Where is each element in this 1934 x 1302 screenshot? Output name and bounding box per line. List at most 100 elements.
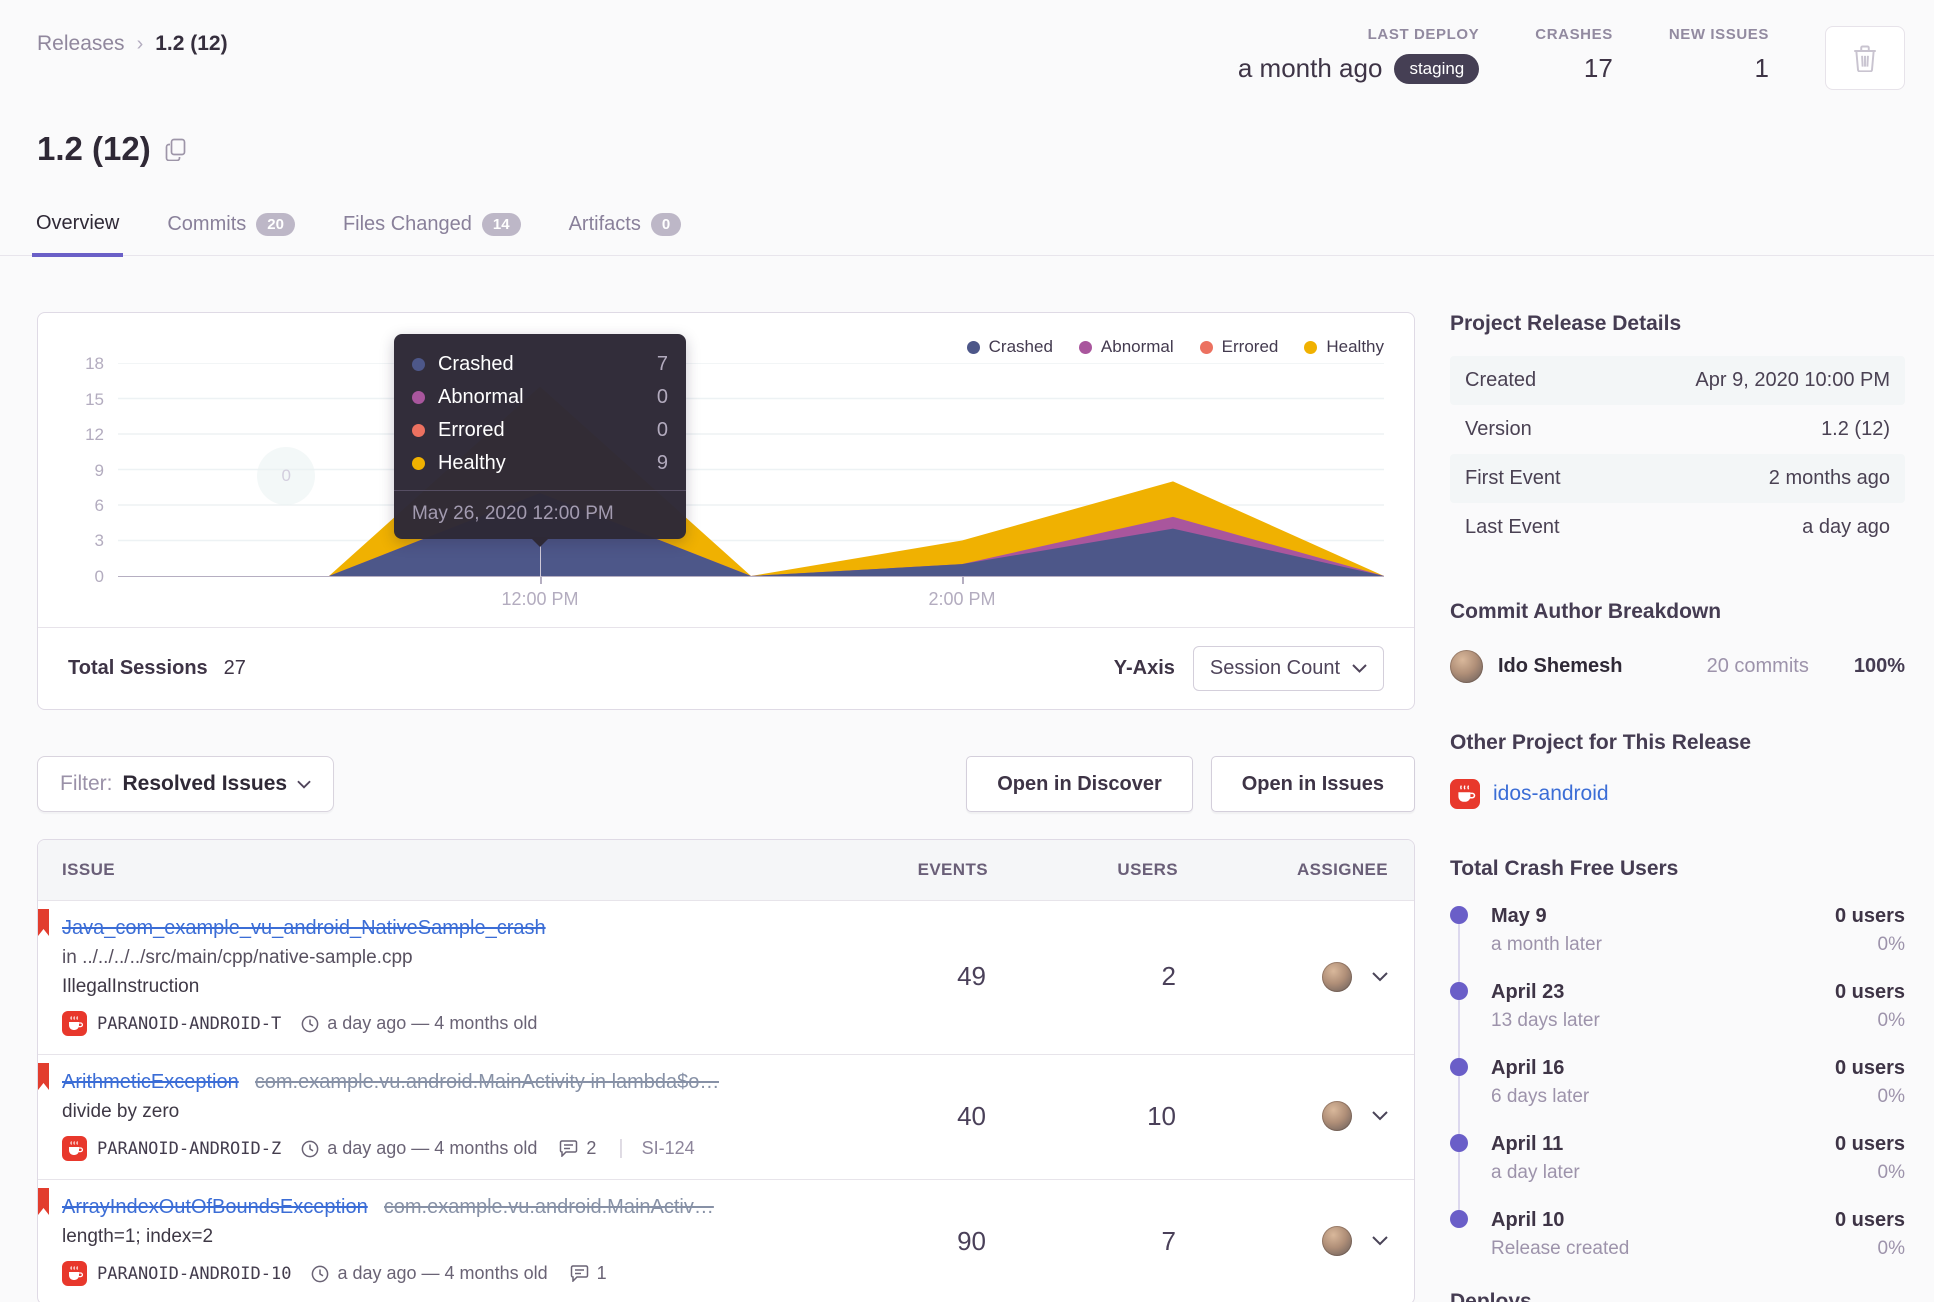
coffee-project-icon (62, 1261, 87, 1286)
crashed-dot-icon (411, 358, 425, 371)
issue-comments[interactable]: 2 (559, 1138, 596, 1159)
list-item: April 10 0 users Release created 0% (1450, 1209, 1905, 1260)
project-chip[interactable]: PARANOID-ANDROID-Z (62, 1136, 281, 1161)
issue-detail: IllegalInstruction (62, 976, 200, 997)
chevron-down-icon[interactable] (1372, 1111, 1388, 1121)
stat-new-issues-value: 1 (1754, 53, 1769, 83)
delete-release-button[interactable] (1825, 26, 1905, 90)
author-percent: 100% (1853, 655, 1905, 677)
issues-table-header: ISSUE EVENTS USERS ASSIGNEE (38, 840, 1414, 901)
issue-location: in ../../../../src/main/cpp/native-sampl… (62, 947, 413, 968)
total-sessions-value: 27 (223, 657, 246, 679)
issue-detail: divide by zero (62, 1101, 180, 1122)
comment-icon (570, 1265, 589, 1282)
assignee-avatar[interactable] (1322, 1226, 1352, 1256)
chart-tooltip: Crashed 7 Abnormal 0 Errored 0 Healthy 9… (393, 334, 686, 547)
legend-crashed[interactable]: Crashed (966, 337, 1053, 357)
top-header: Releases › 1.2 (12) LAST DEPLOY a month … (37, 26, 1905, 90)
release-sidebar: Project Release Details Created Apr 9, 2… (1450, 312, 1905, 1302)
open-in-discover-button[interactable]: Open in Discover (966, 756, 1193, 812)
assignee-cell (1178, 1101, 1388, 1131)
project-chip[interactable]: PARANOID-ANDROID-T (62, 1011, 281, 1036)
stat-last-deploy: LAST DEPLOY a month ago staging (1237, 26, 1480, 84)
sessions-area-chart[interactable]: 18 15 12 9 63 0 0 Crashed 7 Abnormal 0 E… (85, 334, 1384, 586)
author-avatar (1450, 650, 1483, 683)
stat-crashes-value: 17 (1583, 53, 1613, 83)
tab-commits[interactable]: Commits 20 (163, 202, 299, 255)
project-release-details-section: Project Release Details Created Apr 9, 2… (1450, 312, 1905, 552)
open-in-issues-button[interactable]: Open in Issues (1210, 756, 1415, 812)
section-title: Total Crash Free Users (1450, 857, 1679, 880)
issue-comments[interactable]: 1 (570, 1263, 607, 1284)
issue-title-link[interactable]: ArithmeticException (62, 1071, 239, 1094)
author-row: Ido Shemesh 20 commits 100% (1450, 650, 1905, 683)
issue-events-count: 90 (957, 1225, 986, 1256)
author-commit-count: 20 commits (1706, 655, 1809, 677)
sessions-chart-card: Crashed Abnormal Errored Healthy 18 15 1… (37, 312, 1415, 710)
yaxis-label: Y-Axis (1113, 657, 1175, 679)
section-title: Project Release Details (1450, 312, 1682, 335)
tab-files-changed[interactable]: Files Changed 14 (339, 202, 525, 255)
issue-detail: length=1; index=2 (62, 1226, 214, 1247)
list-item: April 16 0 users 6 days later 0% (1450, 1057, 1905, 1108)
stat-last-deploy-value: a month ago (1237, 53, 1383, 83)
healthy-dot-icon (411, 457, 425, 470)
legend-errored[interactable]: Errored (1199, 337, 1278, 357)
copy-icon[interactable] (165, 138, 186, 161)
issue-title-link[interactable]: ArrayIndexOutOfBoundsException (62, 1196, 368, 1219)
chart-footer: Total Sessions 27 Y-Axis Session Count (38, 627, 1414, 709)
project-chip[interactable]: PARANOID-ANDROID-10 (62, 1261, 291, 1286)
bookmark-marker-icon (38, 1063, 49, 1090)
coffee-project-icon (1450, 779, 1480, 809)
stat-new-issues: NEW ISSUES 1 (1669, 26, 1769, 84)
legend-healthy[interactable]: Healthy (1304, 337, 1384, 357)
timeline-dot-icon (1450, 1210, 1468, 1228)
issue-age: a day ago — 4 months old (301, 1013, 537, 1034)
faint-zero-label: 0 (257, 447, 316, 505)
stat-last-deploy-label: LAST DEPLOY (1367, 26, 1480, 43)
issues-table: ISSUE EVENTS USERS ASSIGNEE Java_com_exa… (37, 839, 1415, 1302)
trash-icon (1852, 44, 1878, 72)
issue-ticket[interactable]: SI-124 (642, 1138, 695, 1159)
issues-filter-dropdown[interactable]: Filter: Resolved Issues (37, 756, 335, 812)
timeline-dot-icon (1450, 1058, 1468, 1076)
errored-dot-icon (411, 424, 425, 437)
tab-artifacts[interactable]: Artifacts 0 (565, 202, 686, 255)
legend-abnormal[interactable]: Abnormal (1078, 337, 1174, 357)
breadcrumb-releases[interactable]: Releases (37, 32, 125, 56)
detail-row-created: Created Apr 9, 2020 10:00 PM (1450, 356, 1905, 405)
tooltip-arrow (529, 537, 550, 557)
release-title-row: 1.2 (12) (37, 130, 1905, 168)
clock-icon (311, 1265, 329, 1283)
stat-new-issues-label: NEW ISSUES (1668, 26, 1769, 43)
other-project-section: Other Project for This Release idos-andr… (1450, 731, 1905, 809)
chevron-down-icon[interactable] (1372, 1236, 1388, 1246)
breadcrumb-current: 1.2 (12) (155, 32, 228, 55)
issue-culprit: com.example.vu.android.MainActiv… (383, 1196, 714, 1218)
detail-row-last-event: Last Event a day ago (1465, 516, 1890, 538)
comment-icon (559, 1140, 578, 1157)
assignee-avatar[interactable] (1322, 961, 1352, 992)
commits-count-badge: 20 (256, 213, 295, 236)
detail-row-version: Version 1.2 (12) (1465, 418, 1890, 440)
tab-overview[interactable]: Overview (32, 202, 124, 257)
artifacts-count-badge: 0 (650, 213, 682, 236)
yaxis-select[interactable]: Session Count (1192, 646, 1384, 691)
other-project-link[interactable]: idos-android (1493, 782, 1609, 806)
section-title: Other Project for This Release (1450, 731, 1752, 754)
bookmark-marker-icon (38, 1188, 49, 1215)
section-title: Deploys (1450, 1290, 1532, 1302)
issue-users-count: 7 (1161, 1225, 1176, 1256)
chevron-down-icon[interactable] (1372, 971, 1388, 982)
issue-title-link[interactable]: Java_com_example_vu_android_NativeSample… (62, 917, 546, 940)
header-stats: LAST DEPLOY a month ago staging CRASHES … (1238, 26, 1905, 90)
stat-crashes-label: CRASHES (1535, 26, 1613, 43)
author-name: Ido Shemesh (1498, 655, 1623, 677)
assignee-avatar[interactable] (1322, 1101, 1352, 1131)
clock-icon (301, 1140, 319, 1158)
list-item: April 23 0 users 13 days later 0% (1450, 981, 1905, 1032)
stat-crashes: CRASHES 17 (1535, 26, 1613, 84)
release-tabs: Overview Commits 20 Files Changed 14 Artif… (0, 202, 1934, 257)
chart-legend: Crashed Abnormal Errored Healthy (68, 335, 1384, 359)
detail-row-first-event: First Event 2 months ago (1450, 454, 1905, 503)
